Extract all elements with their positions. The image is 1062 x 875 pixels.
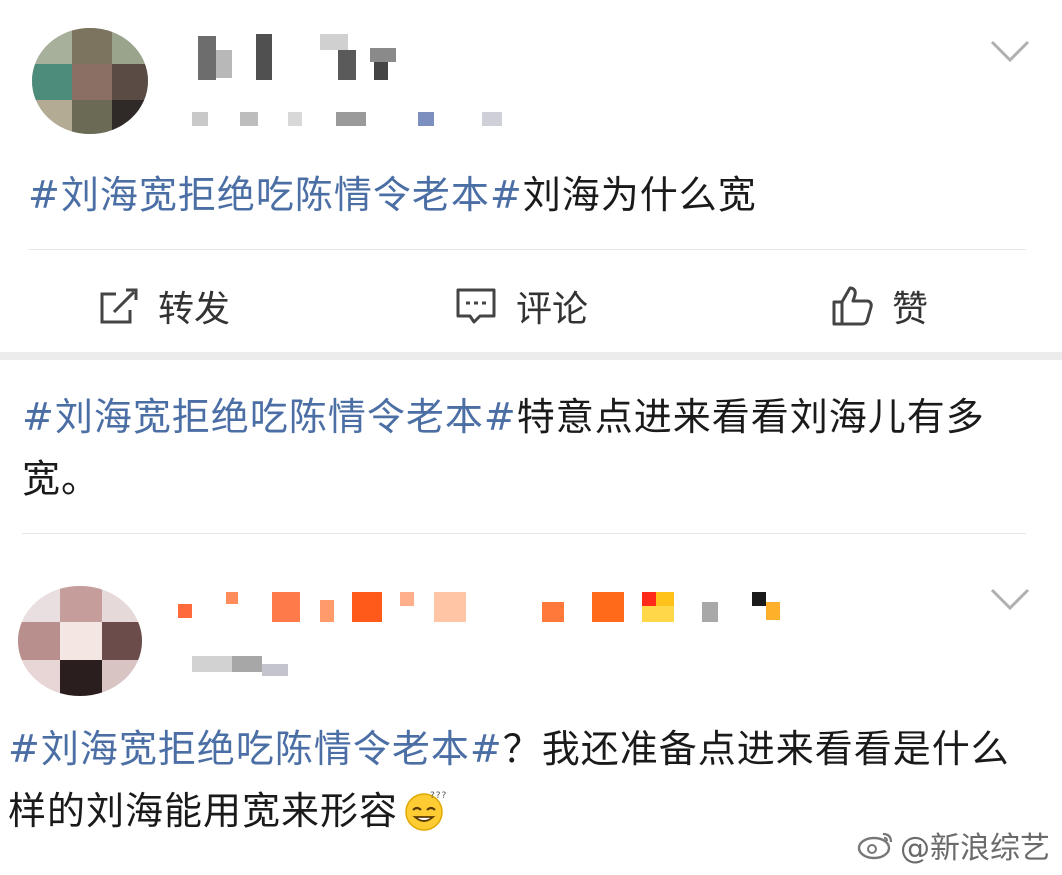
username-1-pixelated[interactable] xyxy=(190,30,410,82)
username-2-pixelated[interactable] xyxy=(172,590,792,626)
avatar-2[interactable] xyxy=(18,586,142,696)
like-button[interactable]: 赞 xyxy=(830,278,928,334)
repost-button[interactable]: 转发 xyxy=(96,278,230,334)
divider xyxy=(28,249,1026,250)
chevron-down-icon[interactable] xyxy=(990,584,1030,614)
like-label: 赞 xyxy=(892,289,929,330)
section-separator xyxy=(0,352,1062,360)
comment-button[interactable]: 评论 xyxy=(454,278,588,334)
like-icon xyxy=(832,286,873,326)
topic-link[interactable]: #刘海宽拒绝吃陈情令老本# xyxy=(8,727,503,771)
divider xyxy=(22,533,1026,534)
meta-1-pixelated xyxy=(192,112,522,128)
weibo-logo-icon xyxy=(857,832,893,860)
post-1-text: #刘海宽拒绝吃陈情令老本#刘海为什么宽 xyxy=(28,164,1028,226)
emoji-icon: ??? xyxy=(405,791,446,831)
post-1-content: 刘海为什么宽 xyxy=(522,173,757,217)
comment-1-text: #刘海宽拒绝吃陈情令老本#特意点进来看看刘海儿有多宽。 xyxy=(22,386,1032,510)
svg-text:???: ??? xyxy=(430,791,446,801)
repost-icon xyxy=(100,288,138,324)
comment-label: 评论 xyxy=(516,289,589,330)
watermark-text: @新浪综艺 xyxy=(900,831,1050,866)
meta-2-pixelated xyxy=(192,656,292,678)
topic-link[interactable]: #刘海宽拒绝吃陈情令老本# xyxy=(28,173,523,217)
topic-link[interactable]: #刘海宽拒绝吃陈情令老本# xyxy=(22,395,517,439)
chevron-down-icon[interactable] xyxy=(990,36,1030,66)
avatar-1[interactable] xyxy=(32,28,148,134)
watermark: @新浪综艺 xyxy=(856,823,1050,867)
comment-icon xyxy=(456,288,496,324)
repost-label: 转发 xyxy=(158,289,231,330)
